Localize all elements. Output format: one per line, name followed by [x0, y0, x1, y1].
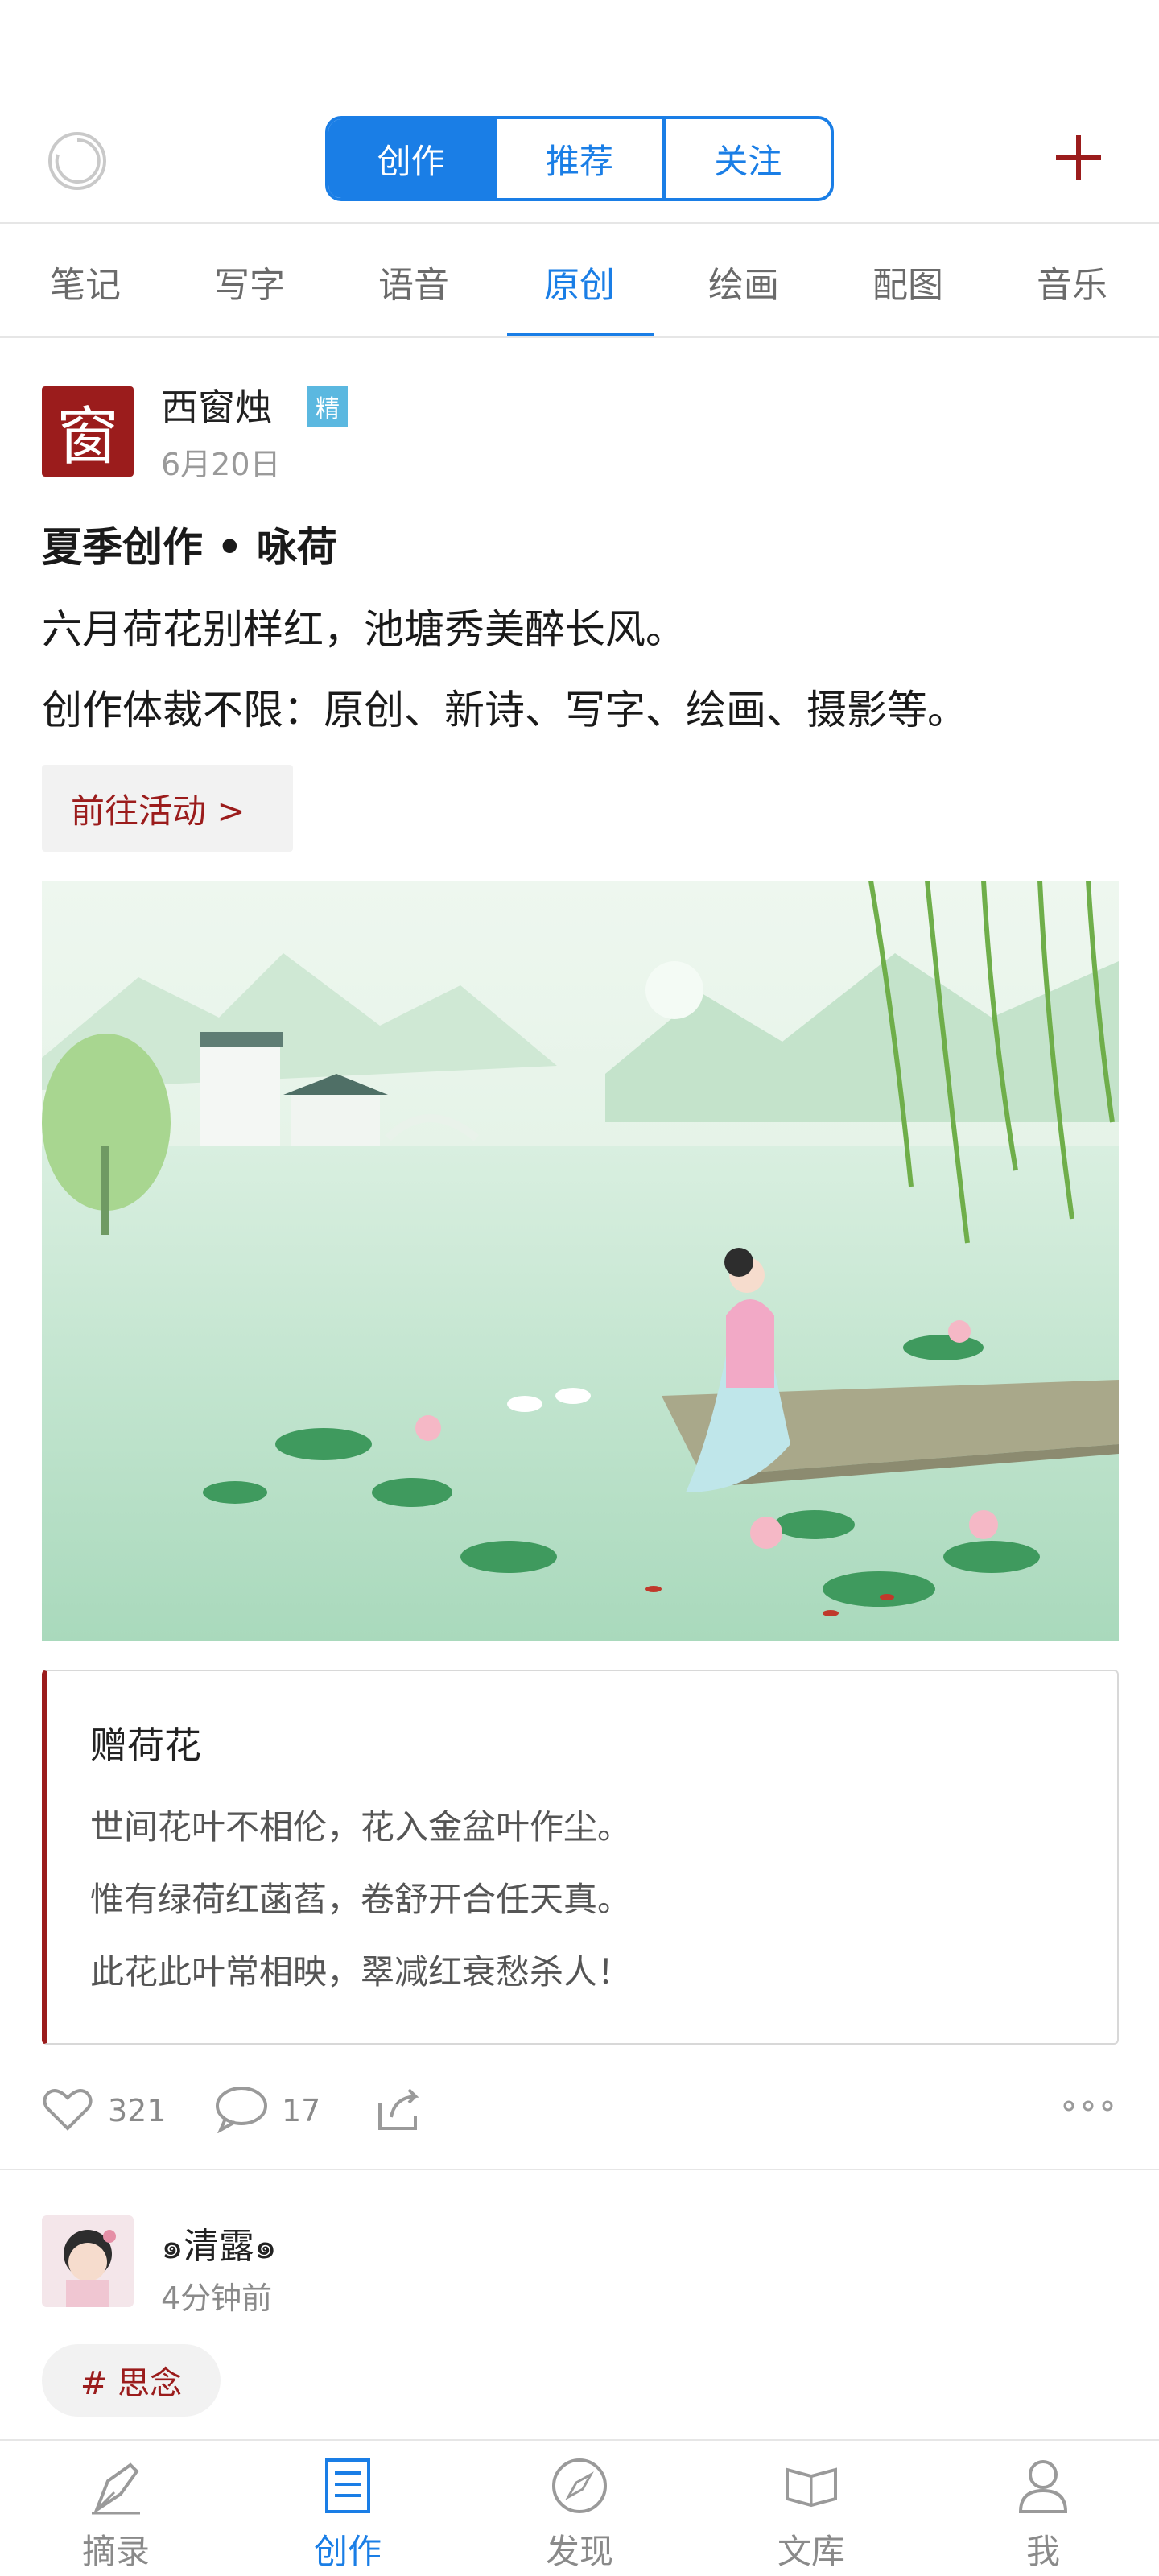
author-avatar[interactable]	[42, 2215, 134, 2307]
tab-original[interactable]: 原创	[499, 225, 660, 338]
nav-label: 摘录	[81, 2532, 150, 2571]
tab-illustration[interactable]: 配图	[827, 225, 988, 338]
post-divider	[0, 2169, 1159, 2170]
post-time: 4分钟前	[161, 2281, 273, 2316]
document-icon	[325, 2458, 370, 2513]
app-screen: 创作 推荐 关注 笔记 写字 语音 原创 绘画 配图 音乐 窗 西窗烛 精 6月…	[0, 0, 1159, 2576]
nav-me[interactable]: 我	[927, 2441, 1159, 2576]
nav-label: 发现	[545, 2532, 613, 2571]
segment-create[interactable]: 创作	[328, 119, 497, 198]
tab-painting[interactable]: 绘画	[663, 225, 824, 338]
post-text-line: 六月荷花别样红，池塘秀美醉长风。	[42, 606, 686, 653]
pen-nib-icon	[92, 2462, 140, 2515]
category-tabs: 笔记 写字 语音 原创 绘画 配图 音乐	[0, 225, 1159, 338]
poem-line: 此花此叶常相映，翠减红衰愁杀人！	[90, 1952, 632, 1992]
nav-label: 创作	[313, 2532, 382, 2571]
goto-activity-button[interactable]: 前往活动 >	[42, 765, 293, 852]
add-icon[interactable]	[1046, 126, 1111, 190]
featured-badge: 精	[307, 386, 348, 427]
refresh-icon[interactable]	[45, 129, 109, 193]
post-title: 夏季创作 • 咏荷	[42, 524, 337, 571]
author-avatar[interactable]: 窗	[42, 386, 134, 477]
post-text-line: 创作体裁不限：原创、新诗、写字、绘画、摄影等。	[42, 687, 967, 733]
top-bar: 创作 推荐 关注	[0, 105, 1159, 209]
segment-recommend[interactable]: 推荐	[497, 119, 666, 198]
comment-count: 17	[282, 2093, 321, 2128]
feed-segment-control: 创作 推荐 关注	[325, 116, 834, 201]
nav-library[interactable]: 文库	[695, 2441, 927, 2576]
tab-notes[interactable]: 笔记	[5, 225, 166, 338]
topic-tag[interactable]: # 思念	[42, 2344, 221, 2417]
poem-card[interactable]: 赠荷花 世间花叶不相伦，花入金盆叶作尘。 惟有绿荷红菡萏，卷舒开合任天真。 此花…	[42, 1670, 1119, 2045]
nav-create[interactable]: 创作	[232, 2441, 464, 2576]
nav-label: 我	[1025, 2532, 1060, 2571]
post-date: 6月20日	[161, 447, 281, 482]
header-divider	[0, 222, 1159, 224]
like-icon[interactable]	[40, 2085, 95, 2133]
poem-title: 赠荷花	[90, 1724, 201, 1767]
author-name[interactable]: 西窗烛	[161, 378, 272, 431]
poem-line: 惟有绿荷红菡萏，卷舒开合任天真。	[90, 1880, 632, 1919]
segment-follow[interactable]: 关注	[665, 119, 831, 198]
compass-icon	[552, 2458, 607, 2513]
poem-line: 世间花叶不相伦，花入金盆叶作尘。	[90, 1807, 632, 1847]
nav-label: 文库	[777, 2532, 845, 2571]
bottom-nav: 摘录 创作 发现 文库 我	[0, 2439, 1159, 2576]
book-icon	[786, 2467, 837, 2508]
post-actions: 321 17	[0, 2069, 1159, 2149]
user-icon	[1018, 2460, 1068, 2513]
tab-voice[interactable]: 语音	[333, 225, 494, 338]
author-name[interactable]: ๑清露๑	[161, 2217, 277, 2274]
comment-icon[interactable]	[214, 2085, 269, 2133]
post-image[interactable]	[42, 881, 1119, 1641]
tabs-divider	[0, 336, 1159, 338]
like-count: 321	[108, 2093, 167, 2128]
tab-music[interactable]: 音乐	[992, 225, 1153, 338]
share-icon[interactable]	[375, 2085, 423, 2133]
tab-writing[interactable]: 写字	[169, 225, 330, 338]
nav-discover[interactable]: 发现	[464, 2441, 695, 2576]
more-icon[interactable]	[1062, 2098, 1114, 2114]
nav-excerpt[interactable]: 摘录	[0, 2441, 232, 2576]
